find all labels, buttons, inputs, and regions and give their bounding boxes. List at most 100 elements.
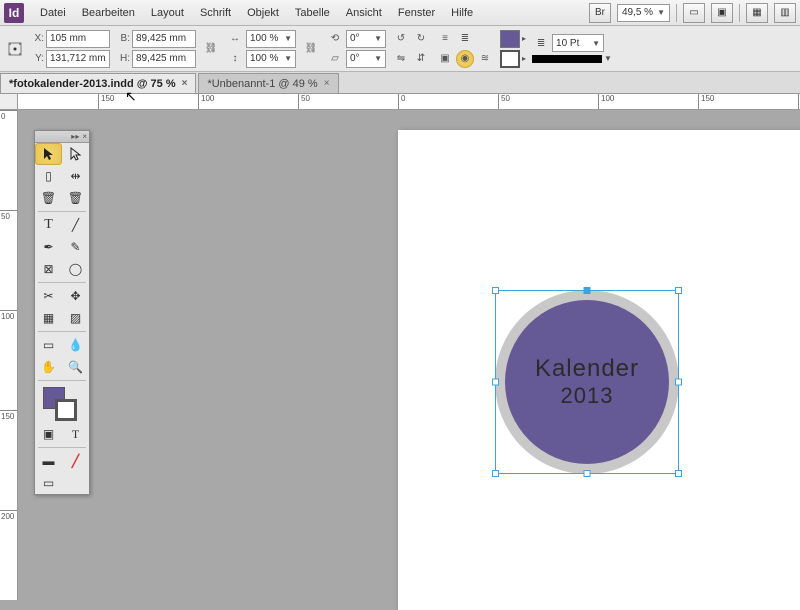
free-transform-tool[interactable]: ✥ <box>62 285 89 307</box>
flip-h-icon[interactable]: ⇋ <box>392 50 410 68</box>
content-placer-tool[interactable]: 🗑 <box>62 187 89 209</box>
apply-none-icon[interactable]: ╱ <box>62 450 89 472</box>
align-left-icon[interactable]: ≡ <box>436 30 454 48</box>
collapse-icon[interactable]: ▸▸ <box>71 132 79 141</box>
view-mode-normal-icon[interactable]: ▭ <box>35 472 62 494</box>
workspace[interactable]: Kalender 2013 <box>18 110 800 600</box>
selection-bounding-box[interactable] <box>495 290 679 474</box>
tab-document-2[interactable]: *Unbenannt-1 @ 49 % × <box>198 73 338 93</box>
screen-mode-button[interactable]: ▣ <box>711 3 733 23</box>
menu-help[interactable]: Hilfe <box>443 0 481 26</box>
content-collector-tool[interactable]: 🗑 <box>35 187 62 209</box>
menu-edit[interactable]: Bearbeiten <box>74 0 143 26</box>
scale-x-field[interactable]: 100 %▼ <box>246 30 296 48</box>
shear-field[interactable]: 0°▼ <box>346 50 386 68</box>
selection-tool[interactable] <box>35 143 62 165</box>
align-center-icon[interactable]: ≣ <box>456 30 474 48</box>
menu-view[interactable]: Ansicht <box>338 0 390 26</box>
line-tool[interactable]: ╱ <box>62 214 89 236</box>
close-icon[interactable]: × <box>324 78 330 89</box>
rotate-ccw-icon[interactable]: ↺ <box>392 30 410 48</box>
resize-handle-s[interactable] <box>584 470 591 477</box>
view-options-button[interactable]: ▭ <box>683 3 705 23</box>
resize-handle-se[interactable] <box>675 470 682 477</box>
gradient-feather-tool[interactable]: ▨ <box>62 307 89 329</box>
divider <box>739 4 740 22</box>
bridge-button[interactable]: Br <box>589 3 611 23</box>
zoom-tool[interactable]: 🔍 <box>62 356 89 378</box>
pen-tool[interactable]: ✒ <box>35 236 62 258</box>
tools-panel[interactable]: ▸▸× ▯ ⇹ 🗑 🗑 T ╱ ✒ ✎ ⊠ ◯ ✂ ✥ ▦ ▨ ▭ 💧 ✋ 🔍 <box>34 130 90 495</box>
scissors-tool[interactable]: ✂ <box>35 285 62 307</box>
fill-stroke-proxy[interactable] <box>39 385 85 421</box>
apply-color-icon[interactable]: ▬ <box>35 450 62 472</box>
close-icon[interactable]: × <box>82 132 87 141</box>
x-position-field[interactable]: 105 mm <box>46 30 110 48</box>
menu-file[interactable]: Datei <box>32 0 74 26</box>
gap-tool[interactable]: ⇹ <box>62 165 89 187</box>
ruler-tick: 50 <box>498 94 510 109</box>
zoom-level-dropdown[interactable]: 49,5 % ▼ <box>617 4 670 22</box>
resize-handle-n[interactable] <box>584 287 591 294</box>
stroke-color-swatch[interactable] <box>500 50 520 68</box>
ruler-vertical[interactable]: 050100150200 <box>0 110 18 600</box>
menu-window[interactable]: Fenster <box>390 0 443 26</box>
pencil-tool[interactable]: ✎ <box>62 236 89 258</box>
shear-icon: ▱ <box>326 50 344 68</box>
constrain-wh-icon[interactable]: ⛓ <box>202 40 220 58</box>
resize-handle-w[interactable] <box>492 379 499 386</box>
note-tool[interactable]: ▭ <box>35 334 62 356</box>
resize-handle-nw[interactable] <box>492 287 499 294</box>
gradient-swatch-tool[interactable]: ▦ <box>35 307 62 329</box>
resize-handle-e[interactable] <box>675 379 682 386</box>
rotate-icon: ⟲ <box>326 30 344 48</box>
y-position-field[interactable]: 131,712 mm <box>46 50 110 68</box>
menu-table[interactable]: Tabelle <box>287 0 338 26</box>
stroke-proxy[interactable] <box>55 399 77 421</box>
stroke-style-dropdown[interactable] <box>532 55 602 63</box>
stroke-weight-icon: ≣ <box>532 34 550 52</box>
ruler-tick: 100 <box>198 94 214 109</box>
close-icon[interactable]: × <box>182 78 188 89</box>
stroke-weight-field[interactable]: 10 Pt▼ <box>552 34 604 52</box>
scale-y-field[interactable]: 100 %▼ <box>246 50 296 68</box>
select-content-button[interactable]: ◉ <box>456 50 474 68</box>
menu-object[interactable]: Objekt <box>239 0 287 26</box>
resize-handle-sw[interactable] <box>492 470 499 477</box>
panel-header[interactable]: ▸▸× <box>35 131 89 143</box>
formatting-text-icon[interactable]: T <box>62 423 89 445</box>
hand-tool[interactable]: ✋ <box>35 356 62 378</box>
reference-point-icon[interactable] <box>6 40 24 58</box>
page-tool[interactable]: ▯ <box>35 165 62 187</box>
eyedropper-tool[interactable]: 💧 <box>62 334 89 356</box>
scale-x-icon: ↔ <box>226 30 244 48</box>
ruler-tick: 150 <box>98 94 114 109</box>
direct-selection-tool[interactable] <box>62 143 89 165</box>
tab-document-1[interactable]: *fotokalender-2013.indd @ 75 % × <box>0 73 196 93</box>
rotate-cw-icon[interactable]: ↻ <box>412 30 430 48</box>
rotation-field[interactable]: 0°▼ <box>346 30 386 48</box>
resize-handle-ne[interactable] <box>675 287 682 294</box>
ruler-origin[interactable] <box>0 94 18 110</box>
cursor-icon: ↖ <box>125 88 137 105</box>
width-field[interactable]: 89,425 mm <box>132 30 196 48</box>
fill-color-swatch[interactable] <box>500 30 520 48</box>
ruler-tick: 150 <box>0 410 17 421</box>
tab-label: *fotokalender-2013.indd @ 75 % <box>9 78 176 90</box>
type-tool[interactable]: T <box>35 214 62 236</box>
height-field[interactable]: 89,425 mm <box>132 50 196 68</box>
workspace-switcher-button[interactable]: ▥ <box>774 3 796 23</box>
arrange-docs-button[interactable]: ▦ <box>746 3 768 23</box>
rectangle-frame-tool[interactable]: ⊠ <box>35 258 62 280</box>
chevron-down-icon[interactable]: ▸ <box>522 34 526 43</box>
menu-type[interactable]: Schrift <box>192 0 239 26</box>
chevron-down-icon[interactable]: ▸ <box>522 54 526 63</box>
chevron-down-icon[interactable]: ▼ <box>604 54 612 63</box>
flip-v-icon[interactable]: ⇵ <box>412 50 430 68</box>
menu-layout[interactable]: Layout <box>143 0 192 26</box>
ellipse-tool[interactable]: ◯ <box>62 258 89 280</box>
select-container-icon[interactable]: ▣ <box>436 50 454 68</box>
formatting-container-icon[interactable]: ▣ <box>35 423 62 445</box>
constrain-scale-icon[interactable]: ⛓ <box>302 40 320 58</box>
text-wrap-icon[interactable]: ≋ <box>476 50 494 68</box>
